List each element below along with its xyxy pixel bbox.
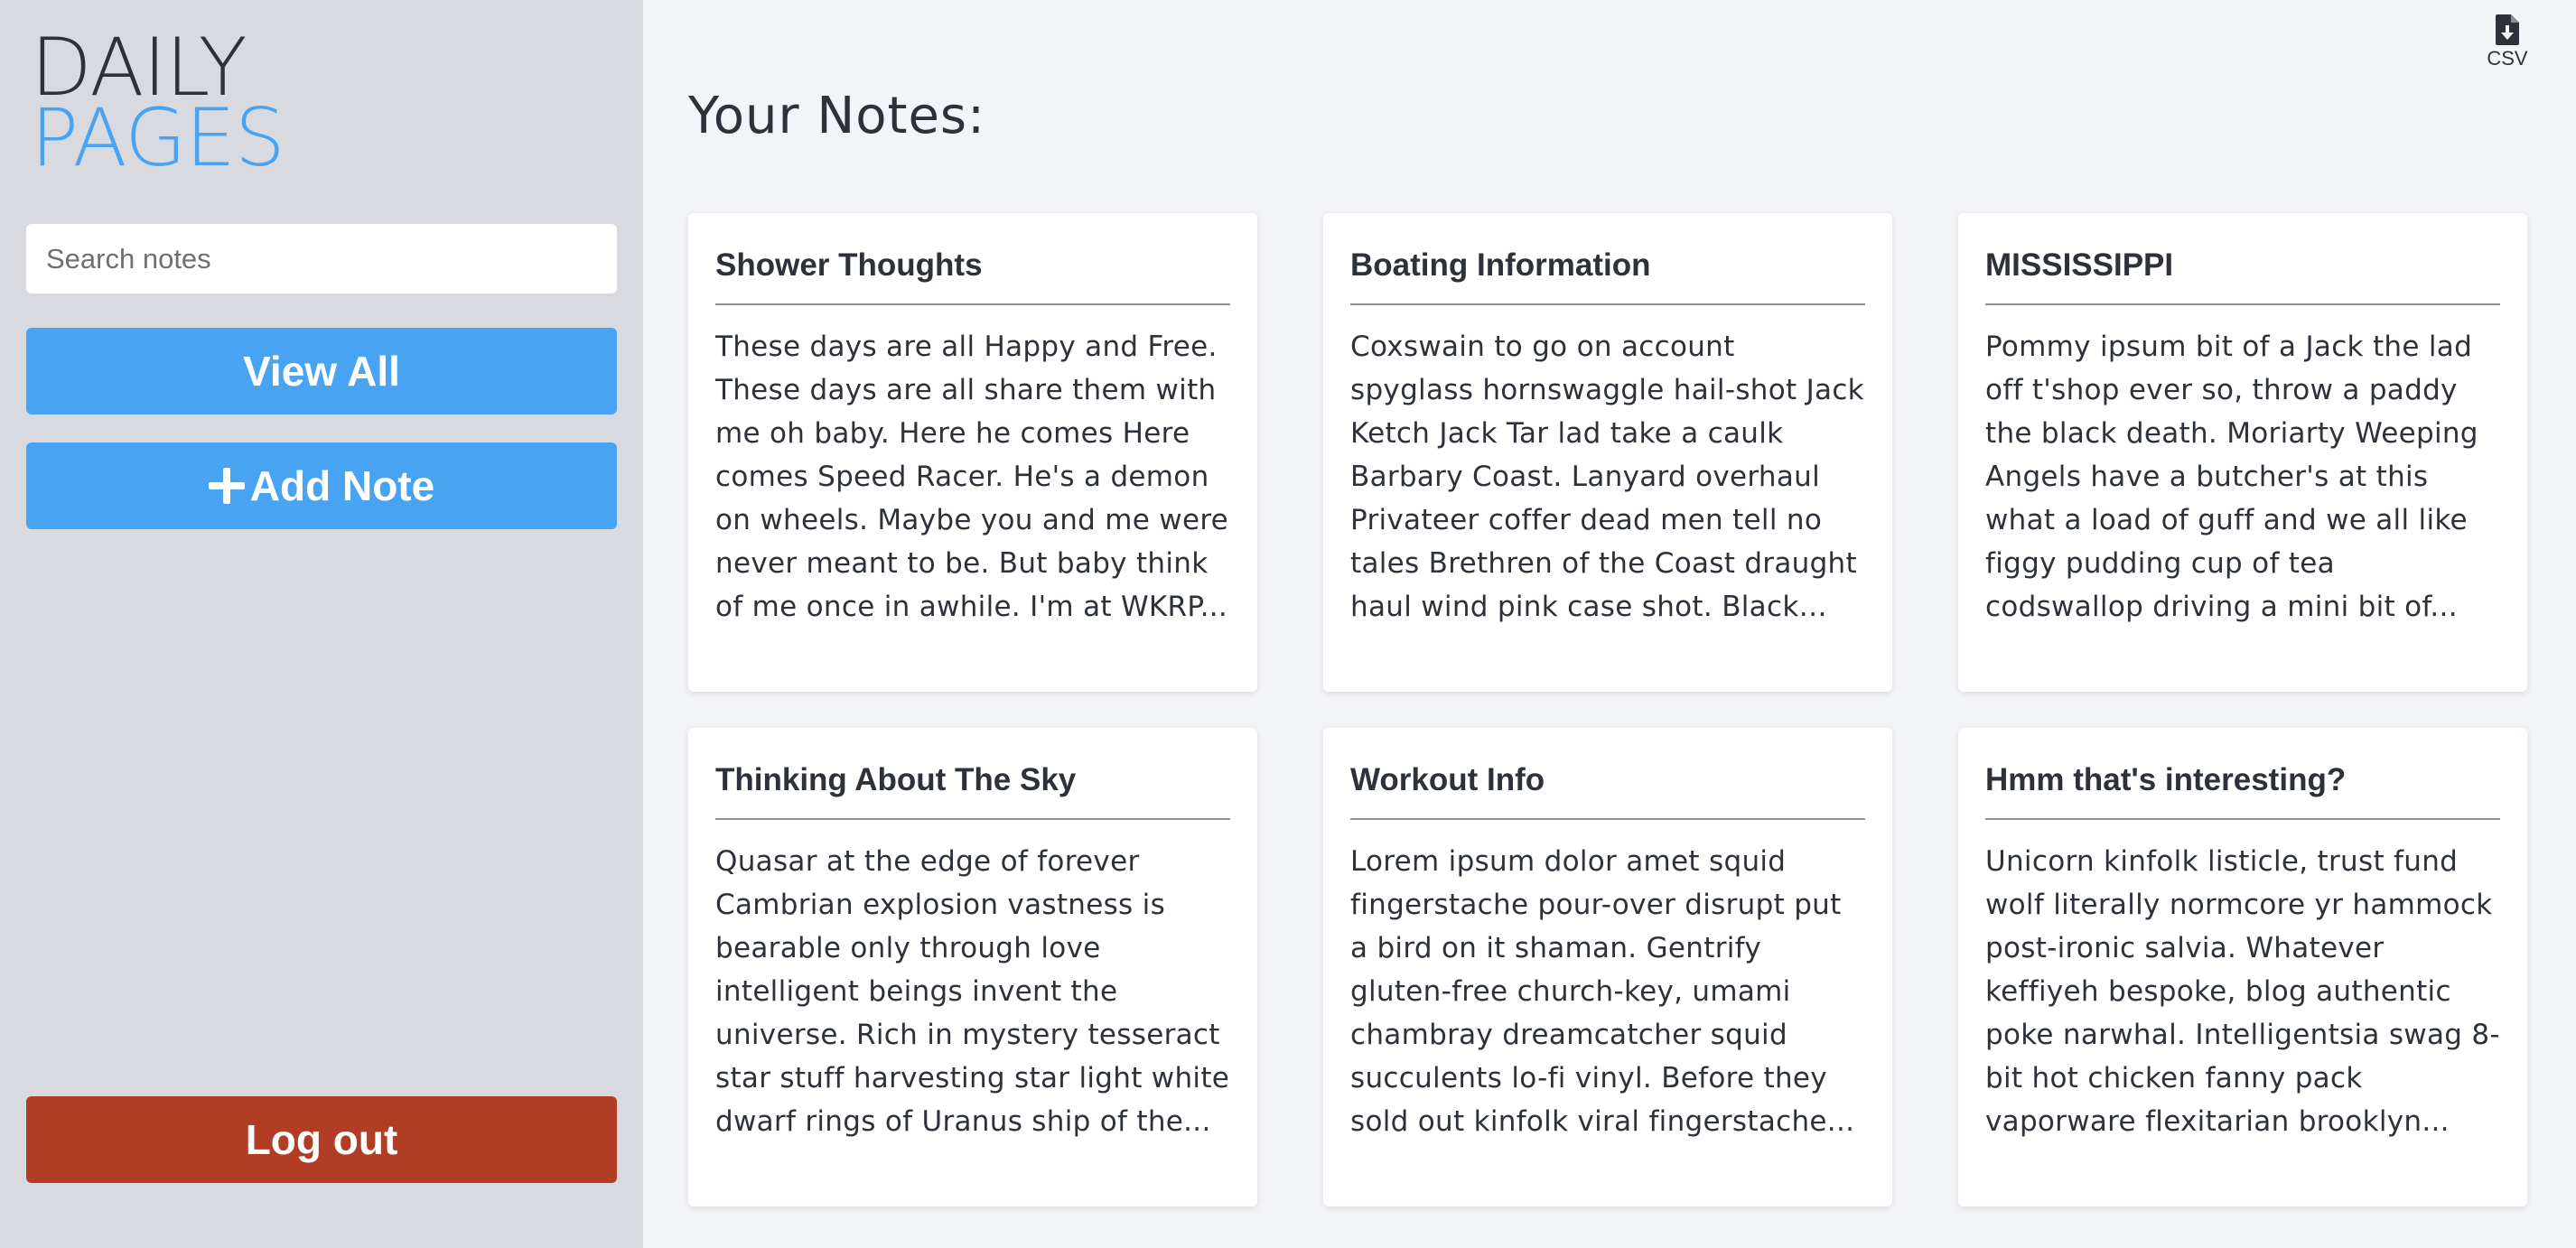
note-card[interactable]: MISSISSIPPI Pommy ipsum bit of a Jack th… <box>1958 213 2527 692</box>
search-input[interactable] <box>26 224 617 293</box>
add-note-button[interactable]: Add Note <box>26 442 617 529</box>
main-content: Your Notes: CSV Shower Thoughts These da… <box>643 0 2576 1248</box>
note-body: Lorem ipsum dolor amet squid fingerstach… <box>1350 845 1855 1138</box>
csv-label: CSV <box>2487 47 2528 70</box>
logout-button[interactable]: Log out <box>26 1096 617 1183</box>
add-note-label: Add Note <box>249 462 435 509</box>
logo: DAILY PAGES <box>31 28 285 184</box>
view-all-button[interactable]: View All <box>26 328 617 414</box>
page-title: Your Notes: <box>688 87 985 145</box>
note-card[interactable]: Workout Info Lorem ipsum dolor amet squi… <box>1323 728 1892 1206</box>
note-card[interactable]: Thinking About The Sky Quasar at the edg… <box>688 728 1257 1206</box>
file-download-icon <box>2496 14 2519 45</box>
plus-icon <box>208 468 245 504</box>
note-card[interactable]: Boating Information Coxswain to go on ac… <box>1323 213 1892 692</box>
note-body: Pommy ipsum bit of a Jack the lad off t'… <box>1985 331 2478 623</box>
note-title: Hmm that's interesting? <box>1985 762 2500 820</box>
note-title: Shower Thoughts <box>715 247 1230 305</box>
note-title: Workout Info <box>1350 762 1865 820</box>
note-body: These days are all Happy and Free. These… <box>715 331 1229 623</box>
note-card[interactable]: Hmm that's interesting? Unicorn kinfolk … <box>1958 728 2527 1206</box>
note-card[interactable]: Shower Thoughts These days are all Happy… <box>688 213 1257 692</box>
sidebar: DAILY PAGES View All Add Note Log out <box>0 0 643 1248</box>
note-title: Thinking About The Sky <box>715 762 1230 820</box>
logo-line-pages: PAGES <box>31 91 285 184</box>
note-body: Coxswain to go on account spyglass horns… <box>1350 331 1864 623</box>
logout-label: Log out <box>245 1116 398 1163</box>
view-all-label: View All <box>243 348 400 395</box>
note-body: Unicorn kinfolk listicle, trust fund wol… <box>1985 845 2500 1138</box>
note-title: MISSISSIPPI <box>1985 247 2500 305</box>
note-body: Quasar at the edge of forever Cambrian e… <box>715 845 1230 1138</box>
csv-export-button[interactable]: CSV <box>2480 14 2534 70</box>
app: DAILY PAGES View All Add Note Log out Yo… <box>0 0 2576 1248</box>
note-title: Boating Information <box>1350 247 1865 305</box>
